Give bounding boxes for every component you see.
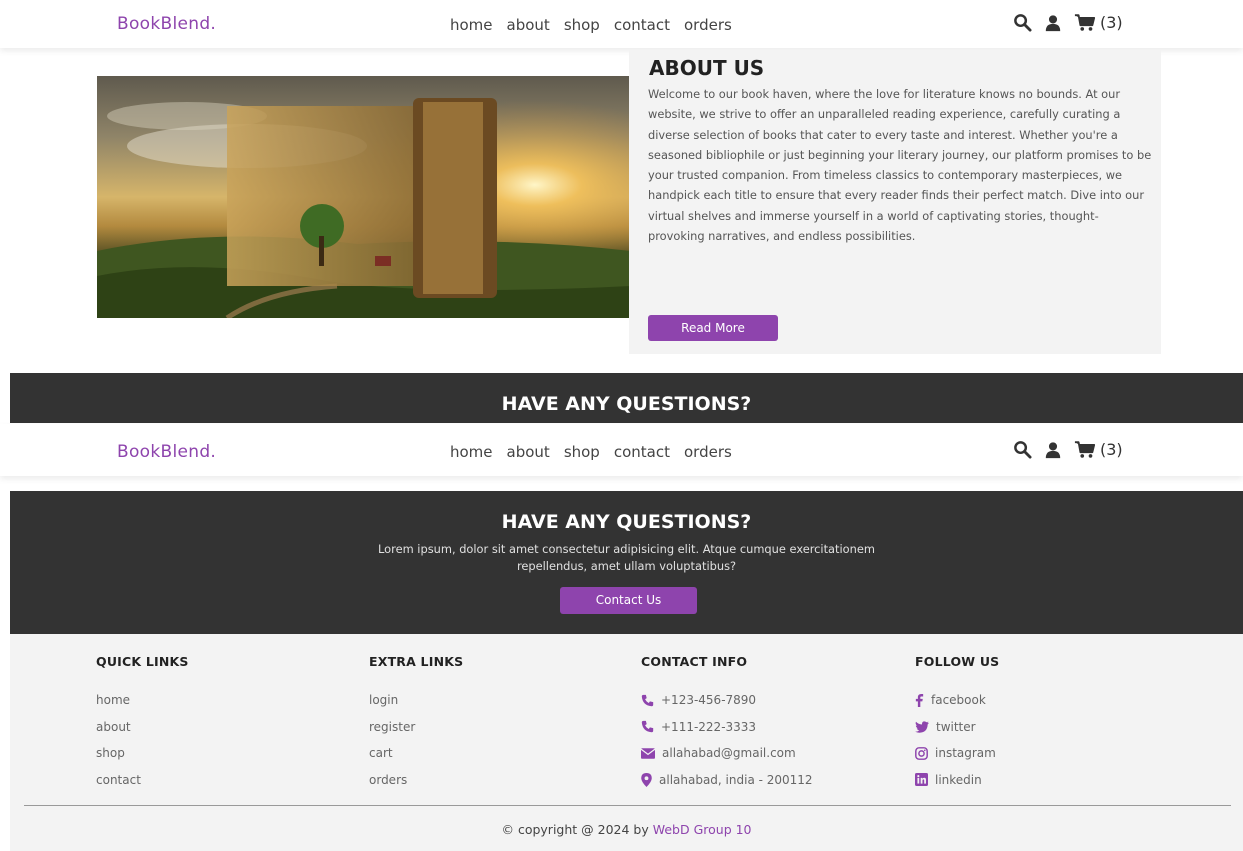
footer-link-register[interactable]: register <box>369 714 463 741</box>
social-linkedin[interactable]: linkedin <box>915 767 999 794</box>
extra-links-title: EXTRA LINKS <box>369 654 464 669</box>
footer-link-login[interactable]: login <box>369 687 463 714</box>
social-twitter-text: twitter <box>936 719 976 734</box>
social-linkedin-text: linkedin <box>935 772 982 787</box>
contact-phone-2-text: +111-222-3333 <box>661 719 757 734</box>
social-facebook[interactable]: facebook <box>915 687 999 714</box>
read-more-button[interactable]: Read More <box>648 315 778 341</box>
contact-address[interactable]: allahabad, india - 200112 <box>641 767 813 794</box>
header-duplicate: BookBlend. home about shop contact order… <box>0 424 1243 476</box>
questions-title: HAVE ANY QUESTIONS? <box>501 511 752 533</box>
phone-icon <box>641 721 654 733</box>
user-icon[interactable] <box>1044 441 1062 459</box>
main-nav: home about shop contact orders <box>450 443 732 461</box>
footer-divider <box>24 805 1231 806</box>
copyright: © copyright @ 2024 by WebD Group 10 <box>10 822 1243 837</box>
footer-link-contact[interactable]: contact <box>96 767 189 794</box>
nav-about[interactable]: about <box>507 16 550 34</box>
map-marker-icon <box>641 772 652 787</box>
questions-text: Lorem ipsum, dolor sit amet consectetur … <box>378 542 875 573</box>
questions-strip-title: HAVE ANY QUESTIONS? <box>501 393 752 415</box>
facebook-icon <box>915 693 924 707</box>
search-icon[interactable] <box>1013 13 1032 32</box>
logo[interactable]: BookBlend. <box>117 442 216 462</box>
nav-shop[interactable]: shop <box>564 443 600 461</box>
cart-count[interactable]: (3) <box>1100 440 1123 459</box>
about-image <box>97 76 631 318</box>
header: BookBlend. home about shop contact order… <box>0 0 1243 48</box>
about-illustration <box>97 76 631 318</box>
footer-link-cart[interactable]: cart <box>369 740 463 767</box>
linkedin-icon <box>915 773 928 787</box>
footer-link-shop[interactable]: shop <box>96 740 189 767</box>
contact-phone-2[interactable]: +111-222-3333 <box>641 714 813 741</box>
nav-orders[interactable]: orders <box>684 16 732 34</box>
twitter-icon <box>915 721 929 733</box>
envelope-icon <box>641 748 655 759</box>
social-twitter[interactable]: twitter <box>915 714 999 741</box>
about-title: ABOUT US <box>649 56 765 80</box>
contact-info-title: CONTACT INFO <box>641 654 748 669</box>
phone-icon <box>641 694 654 706</box>
follow-us-title: FOLLOW US <box>915 654 1000 669</box>
contact-us-button[interactable]: Contact Us <box>560 587 697 614</box>
header-icons: (3) <box>1013 13 1123 32</box>
instagram-icon <box>915 746 928 760</box>
social-facebook-text: facebook <box>931 693 986 708</box>
cart-icon[interactable] <box>1074 440 1096 459</box>
nav-contact[interactable]: contact <box>614 16 670 34</box>
contact-email[interactable]: allahabad@gmail.com <box>641 740 813 767</box>
footer: QUICK LINKS home about shop contact EXTR… <box>10 634 1243 851</box>
social-instagram[interactable]: instagram <box>915 740 999 767</box>
nav-shop[interactable]: shop <box>564 16 600 34</box>
footer-link-about[interactable]: about <box>96 714 189 741</box>
contact-phone-1-text: +123-456-7890 <box>661 693 757 708</box>
about-section: ABOUT US Welcome to our book haven, wher… <box>629 50 1161 354</box>
questions-strip: HAVE ANY QUESTIONS? <box>10 373 1243 423</box>
contact-phone-1[interactable]: +123-456-7890 <box>641 687 813 714</box>
follow-us-column: FOLLOW US facebook twitter instagram lin… <box>915 654 999 793</box>
social-instagram-text: instagram <box>935 746 996 761</box>
contact-info-column: CONTACT INFO +123-456-7890 +111-222-3333… <box>641 654 813 793</box>
questions-section: HAVE ANY QUESTIONS? Lorem ipsum, dolor s… <box>10 491 1243 634</box>
header-icons: (3) <box>1013 440 1123 459</box>
nav-orders[interactable]: orders <box>684 443 732 461</box>
about-text: Welcome to our book haven, where the lov… <box>648 87 1152 244</box>
contact-address-text: allahabad, india - 200112 <box>659 772 813 787</box>
main-nav: home about shop contact orders <box>450 16 732 34</box>
copyright-text: © copyright @ 2024 by <box>501 822 653 837</box>
copyright-brand-link[interactable]: WebD Group 10 <box>653 822 752 837</box>
nav-home[interactable]: home <box>450 16 493 34</box>
quick-links-column: QUICK LINKS home about shop contact <box>96 654 189 793</box>
footer-link-orders[interactable]: orders <box>369 767 463 794</box>
user-icon[interactable] <box>1044 14 1062 32</box>
extra-links-column: EXTRA LINKS login register cart orders <box>369 654 463 793</box>
cart-count[interactable]: (3) <box>1100 13 1123 32</box>
nav-about[interactable]: about <box>507 443 550 461</box>
logo[interactable]: BookBlend. <box>117 14 216 34</box>
cart-icon[interactable] <box>1074 13 1096 32</box>
contact-email-text: allahabad@gmail.com <box>662 746 796 761</box>
footer-link-home[interactable]: home <box>96 687 189 714</box>
quick-links-title: QUICK LINKS <box>96 654 189 669</box>
nav-contact[interactable]: contact <box>614 443 670 461</box>
nav-home[interactable]: home <box>450 443 493 461</box>
search-icon[interactable] <box>1013 440 1032 459</box>
